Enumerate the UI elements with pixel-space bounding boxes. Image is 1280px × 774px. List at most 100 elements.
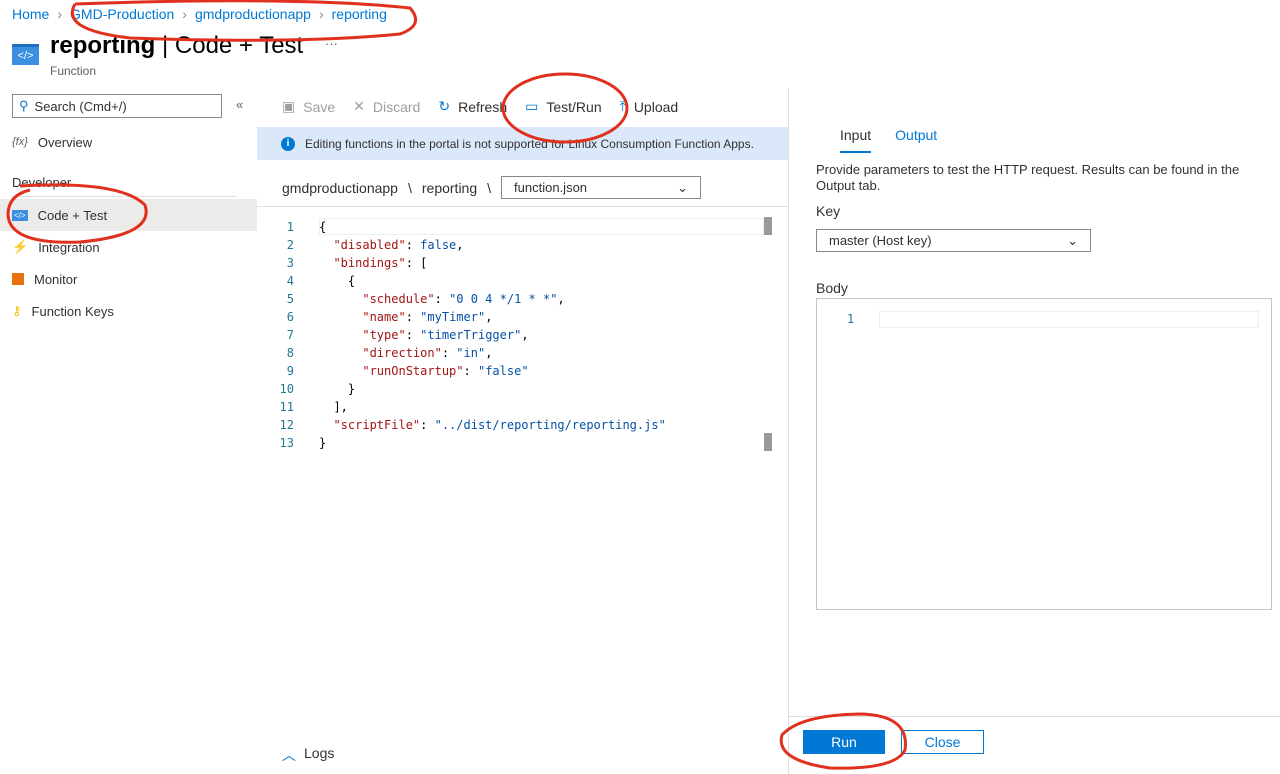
code-token: , [521,328,529,342]
code-line: 10 } [257,380,356,398]
code-token: , [485,310,493,324]
breadcrumb-function[interactable]: reporting [332,6,387,22]
code-token: "name" [362,310,406,324]
sidebar-item-monitor[interactable]: Monitor [0,263,257,295]
sidebar-item-label: Monitor [34,271,78,287]
key-dropdown-value: master (Host key) [829,233,932,248]
info-text: Editing functions in the portal is not s… [305,136,754,151]
search-icon: ⚲ [19,98,29,113]
line-number: 12 [279,418,294,432]
sidebar-group-developer: Developer [12,175,72,190]
chevron-down-icon: ⌄ [1067,232,1078,248]
code-text: "schedule": "0 0 4 */1 * *", [319,290,564,308]
body-editor[interactable]: 1 [816,298,1272,610]
scrollbar-thumb[interactable] [764,433,772,451]
code-editor[interactable]: 1 {2 "disabled": false, 3 "bindings": [ 4 {… [257,206,788,734]
code-line: 11 ], [257,398,348,416]
sidebar-item-overview[interactable]: {fx} Overview [0,126,257,158]
code-line: 9 "runOnStartup": "false" [257,362,529,380]
save-button[interactable]: ▣ Save [282,98,335,115]
code-token: , [456,238,464,252]
key-dropdown[interactable]: master (Host key) ⌄ [816,229,1091,252]
key-icon: ⚷ [12,303,22,318]
test-run-button[interactable]: ▭ Test/Run [525,98,601,115]
collapse-sidebar-button[interactable]: « [236,97,243,112]
save-icon: ▣ [282,98,296,114]
line-number: 6 [286,310,294,324]
tab-output[interactable]: Output [895,127,937,153]
sidebar-item-integration[interactable]: ⚡ Integration [0,231,257,263]
code-token: } [319,436,327,450]
code-token: : [405,310,421,324]
breadcrumb: Home › GMD-Production › gmdproductionapp › … [12,6,387,22]
divider [788,716,1280,717]
code-text: "disabled": false, [319,236,464,254]
monitor-icon [12,273,24,285]
code-token: "false" [477,364,529,378]
sidebar-item-label: Function Keys [31,303,114,319]
sidebar-item-function-keys[interactable]: ⚷ Function Keys [0,295,257,327]
code-text: { [319,218,326,236]
discard-button[interactable]: ✕ Discard [353,98,420,115]
panel-tabs: Input Output [840,127,937,153]
function-code-icon: </> [12,44,39,65]
code-token: "bindings" [333,256,406,270]
search-input[interactable]: ⚲ Search (Cmd+/) [12,94,222,118]
chevron-down-icon: ⌄ [677,179,689,195]
code-text: "scriptFile": "../dist/reporting/reporti… [319,416,666,434]
more-button[interactable]: ··· [325,36,338,51]
code-token: : [463,364,478,378]
code-token: : [405,328,421,342]
info-banner: i Editing functions in the portal is not … [257,127,788,160]
body-label: Body [816,280,848,296]
chevron-right-icon: › [318,6,324,22]
line-number: 1 [286,220,294,234]
code-token: "myTimer" [420,310,486,324]
code-line: 8 "direction": "in", [257,344,493,362]
code-token: "0 0 4 */1 * *" [449,292,558,306]
code-token: "../dist/reporting/reporting.js" [434,418,666,432]
code-token: : [420,418,435,432]
logs-toggle[interactable]: ︿ Logs [282,745,334,765]
sidebar-item-label: Code + Test [37,207,108,223]
path-separator: \ [487,179,492,196]
current-line-highlight [319,218,764,235]
refresh-button[interactable]: ↻ Refresh [438,98,507,115]
code-token: false [420,238,457,252]
toolbar: ▣ Save ✕ Discard ↻ Refresh ▭ Test/Run ⤒ Uploa… [282,98,696,115]
scrollbar-thumb[interactable] [764,217,772,235]
lightning-icon: ⚡ [12,239,29,254]
current-line-highlight [879,311,1259,328]
code-token: "runOnStartup" [362,364,464,378]
sidebar-item-code-test[interactable]: </> Code + Test [0,199,257,231]
code-token: : [405,238,421,252]
upload-icon: ⤒ [619,98,626,114]
run-button[interactable]: Run [803,730,885,754]
breadcrumb-home[interactable]: Home [12,6,49,22]
info-icon: i [281,136,295,151]
sidebar-item-label: Overview [37,134,93,150]
page-title: reporting | Code + Test [50,32,304,59]
close-button[interactable]: Close [901,730,984,754]
upload-label: Upload [633,98,679,115]
line-number: 1 [847,312,855,326]
file-dropdown-value: function.json [514,180,588,195]
breadcrumb-app[interactable]: gmdproductionapp [195,6,311,22]
upload-button[interactable]: ⤒ Upload [620,98,679,115]
code-line: 6 "name": "myTimer", [257,308,493,326]
chevron-right-icon: › [57,6,63,22]
line-number: 2 [286,238,294,252]
line-number: 13 [279,436,294,450]
line-number: 4 [286,274,294,288]
file-dropdown[interactable]: function.json ⌄ [501,176,702,199]
code-token: { [319,274,356,288]
line-number: 8 [286,346,294,360]
code-line: 3 "bindings": [ [257,254,428,272]
breadcrumb-resource-group[interactable]: GMD-Production [70,6,174,22]
tab-input[interactable]: Input [840,127,872,153]
